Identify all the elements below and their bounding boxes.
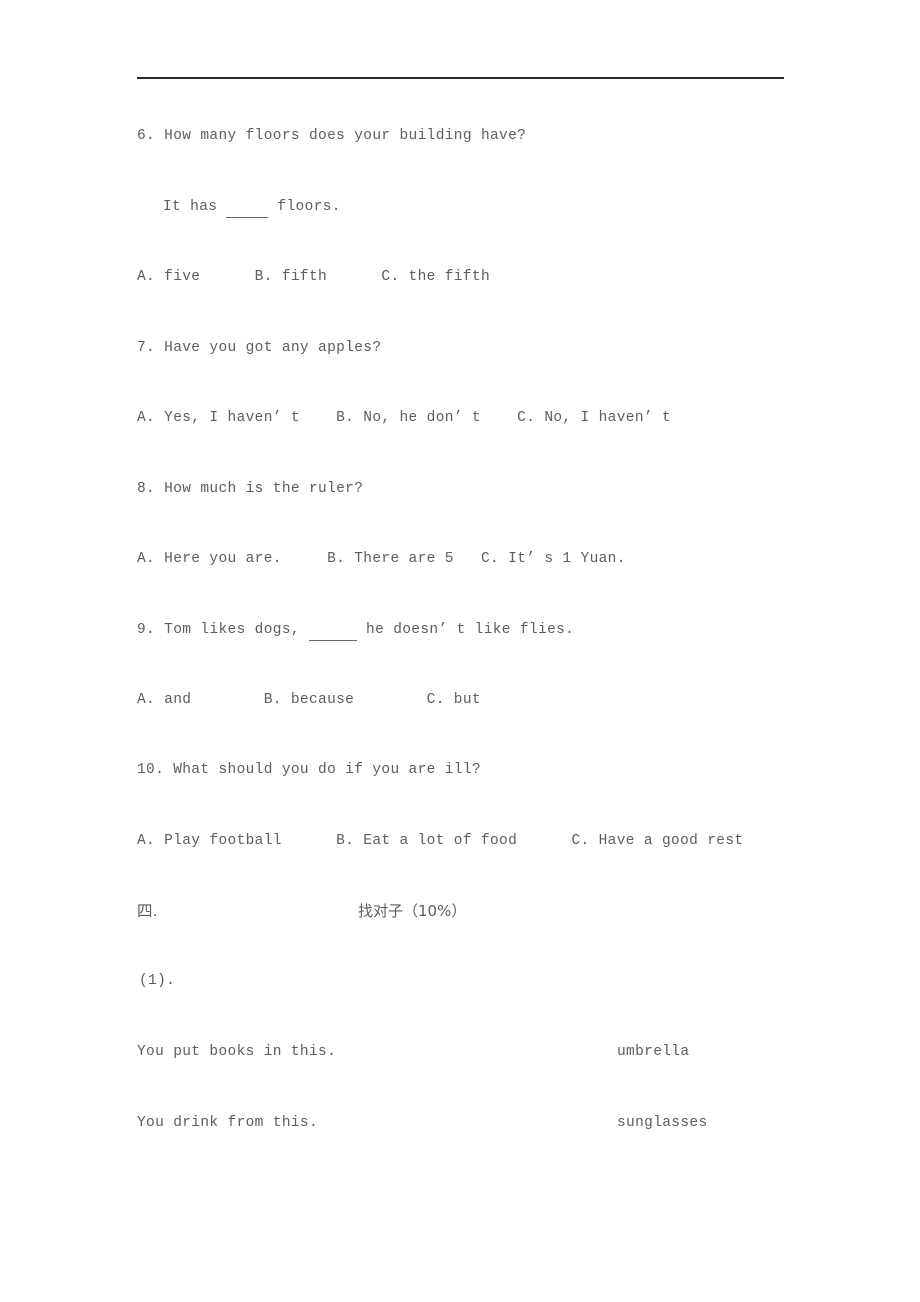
question-9-stem: 9. Tom likes dogs, he doesn’ t like flie… xyxy=(137,620,574,641)
question-9-stem-suffix: he doesn’ t like flies. xyxy=(356,622,575,638)
question-6-options: A. five B. fifth C. the fifth xyxy=(137,269,491,285)
section-four-label: 四. xyxy=(137,902,158,920)
document-page: 6. How many floors does your building ha… xyxy=(0,0,920,1302)
question-10-stem: 10. What should you do if you are ill? xyxy=(137,762,481,778)
section-four-group-label: (1). xyxy=(139,973,176,989)
question-6-fill-suffix: floors. xyxy=(268,199,341,215)
question-7-options: A. Yes, I haven’ t B. No, he don’ t C. N… xyxy=(137,410,672,426)
question-8-options: A. Here you are. B. There are 5 C. It’ s… xyxy=(137,551,626,567)
match-pair-right-2: sunglasses xyxy=(617,1115,708,1131)
section-four-title: 找对子（10%） xyxy=(358,902,467,920)
match-pair-left-1: You put books in this. xyxy=(137,1044,337,1060)
question-7-stem: 7. Have you got any apples? xyxy=(137,340,382,356)
question-10-options: A. Play football B. Eat a lot of food C.… xyxy=(137,833,744,849)
question-9-options: A. and B. because C. but xyxy=(137,692,481,708)
question-9-stem-prefix: 9. Tom likes dogs, xyxy=(137,622,309,638)
header-divider-rule xyxy=(137,77,784,79)
question-6-blank xyxy=(226,197,269,218)
match-pair-right-1: umbrella xyxy=(617,1044,690,1060)
question-6-fill-sentence: It has floors. xyxy=(163,197,341,218)
question-9-blank xyxy=(308,620,357,641)
question-6-fill-prefix: It has xyxy=(163,199,227,215)
question-6-stem: 6. How many floors does your building ha… xyxy=(137,128,527,144)
match-pair-left-2: You drink from this. xyxy=(137,1115,319,1131)
question-8-stem: 8. How much is the ruler? xyxy=(137,481,364,497)
